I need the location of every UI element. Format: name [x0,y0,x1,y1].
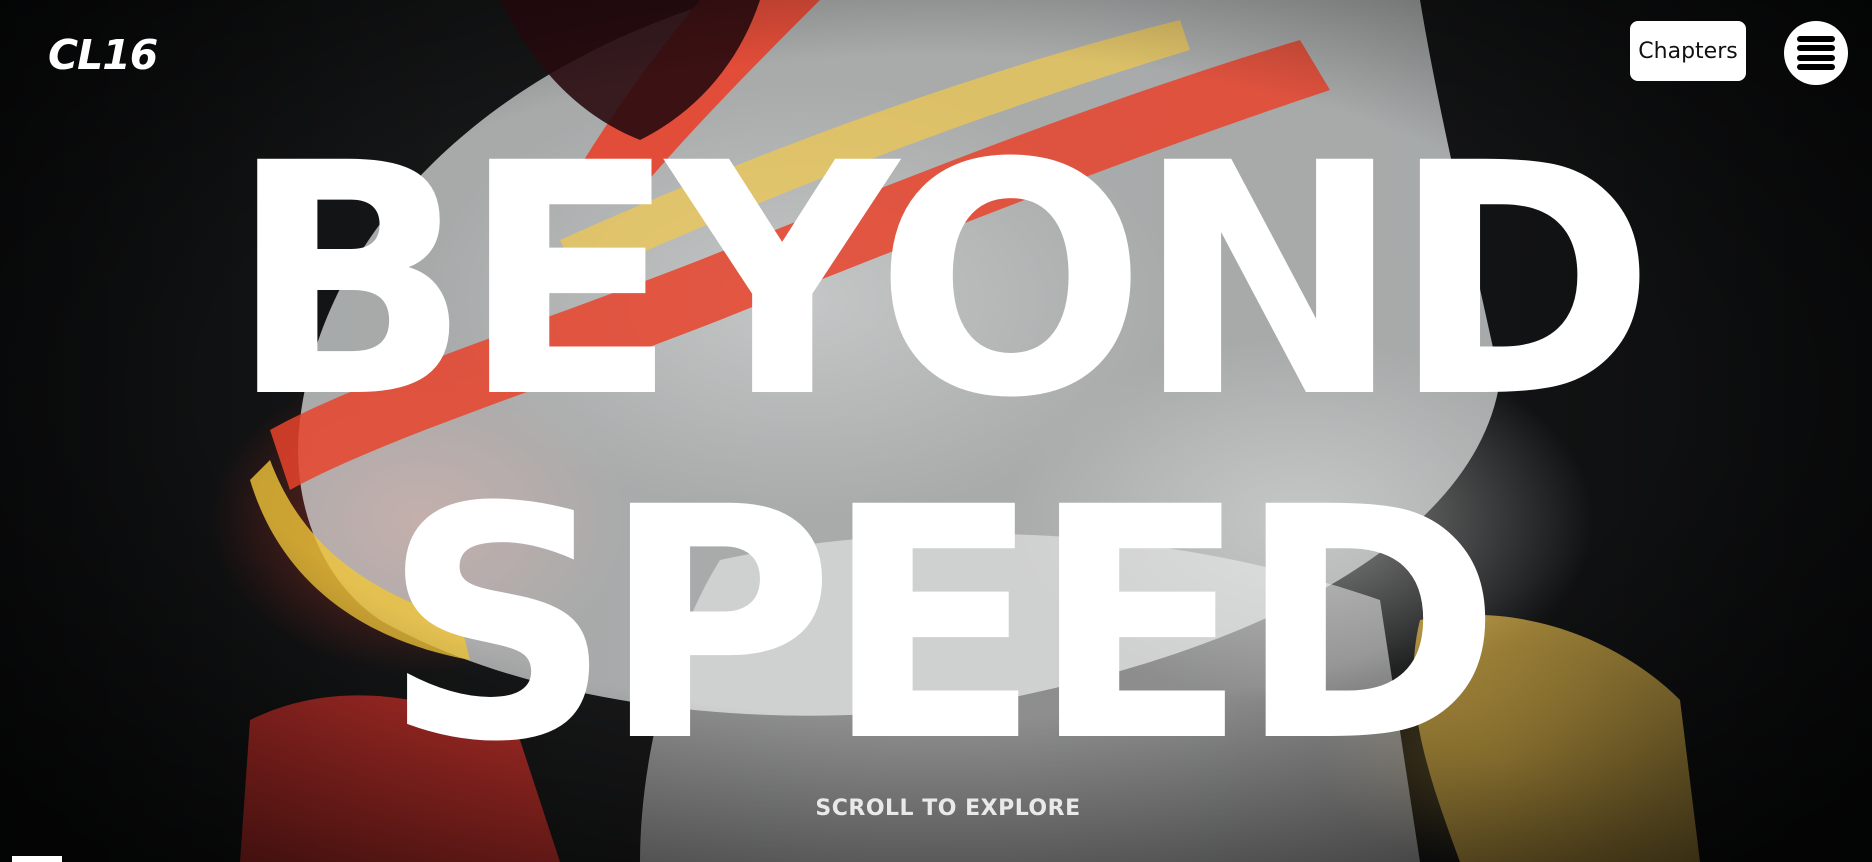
hamburger-menu-icon [1797,36,1835,70]
hero-headline-line2: SPEED [382,440,1502,812]
progress-indicator [12,856,62,862]
chapters-button[interactable]: Chapters [1630,21,1746,81]
hero-section: CL16 Chapters BEYOND SPEED SCROLL TO EXP… [0,0,1872,862]
hero-headline-line1: BEYOND [227,96,1656,468]
menu-button[interactable] [1784,21,1848,85]
site-logo[interactable]: CL16 [48,30,158,80]
scroll-to-explore-hint[interactable]: SCROLL TO EXPLORE [0,796,1872,821]
